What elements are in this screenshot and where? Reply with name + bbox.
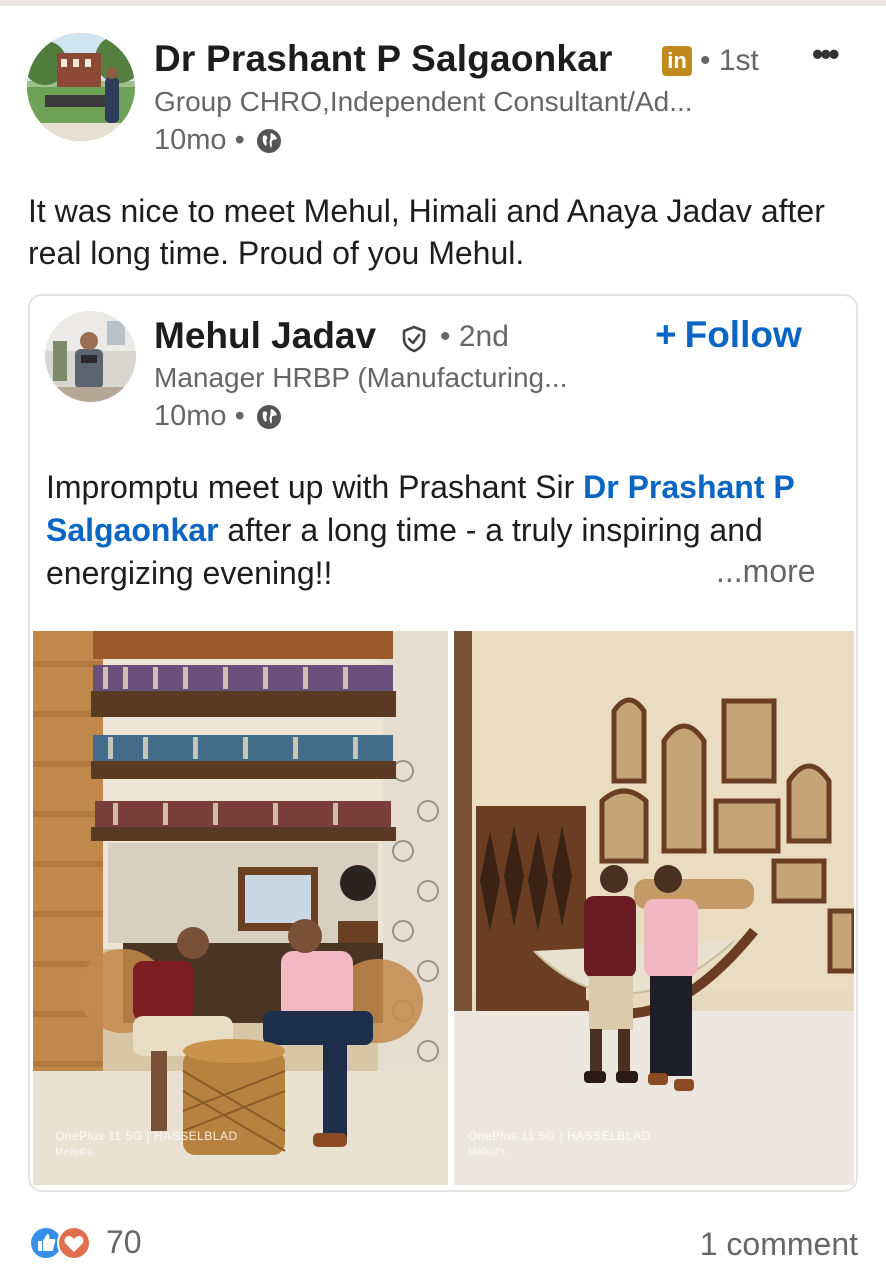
author-avatar[interactable] [27,33,135,141]
more-horizontal-icon[interactable]: ••• [812,36,840,73]
verified-shield-icon [402,325,426,353]
reactions-summary[interactable]: 70 [28,1224,142,1261]
reshared-text-start: Impromptu meet up with Prashant Sir [46,469,584,505]
globe-icon [256,404,281,429]
mirror-hall-scene [454,631,854,1185]
reshared-connection-degree: • 2nd [440,320,509,353]
reaction-count: 70 [106,1224,142,1260]
author-photo [27,33,135,141]
see-more-link[interactable]: ...more [716,553,816,590]
post-body-text: It was nice to meet Mehul, Himali and An… [28,193,825,271]
library-scene [33,631,448,1185]
globe-icon [256,128,281,153]
top-divider [0,0,886,6]
photo-watermark-sub: Mehul's [55,1147,93,1158]
photo-watermark: OnePlus 11 5G | HASSELBLAD [55,1129,238,1143]
photo-watermark: OnePlus 11 5G | HASSELBLAD [468,1129,651,1143]
author-name[interactable]: Dr Prashant P Salgaonkar [154,38,613,80]
author-headline: Group CHRO,Independent Consultant/Ad... [154,86,693,117]
comments-count[interactable]: 1 comment [700,1226,858,1263]
post-photo-library[interactable]: OnePlus 11 5G | HASSELBLAD Mehul's [33,631,448,1185]
reshared-post-time: 10mo • [154,400,245,432]
linkedin-premium-icon: in [662,46,692,76]
connection-degree: • 1st [700,44,759,77]
reshared-author-avatar[interactable] [45,311,136,402]
follow-label: Follow [684,314,802,355]
post-photo-mirrors[interactable]: OnePlus 11 5G | HASSELBLAD Mehul's [454,631,854,1185]
photo-watermark-sub: Mehul's [468,1147,506,1158]
post-time: 10mo • [154,124,245,156]
reshared-post-meta: 10mo • [154,400,283,433]
reshared-author-headline: Manager HRBP (Manufacturing... [154,362,568,393]
post-meta: 10mo • [154,124,283,157]
reshared-author-name[interactable]: Mehul Jadav [154,315,376,357]
reaction-icons [29,1225,91,1260]
plus-icon: + [655,314,677,355]
follow-button[interactable]: + Follow [655,314,802,356]
reshared-author-photo [45,311,136,402]
